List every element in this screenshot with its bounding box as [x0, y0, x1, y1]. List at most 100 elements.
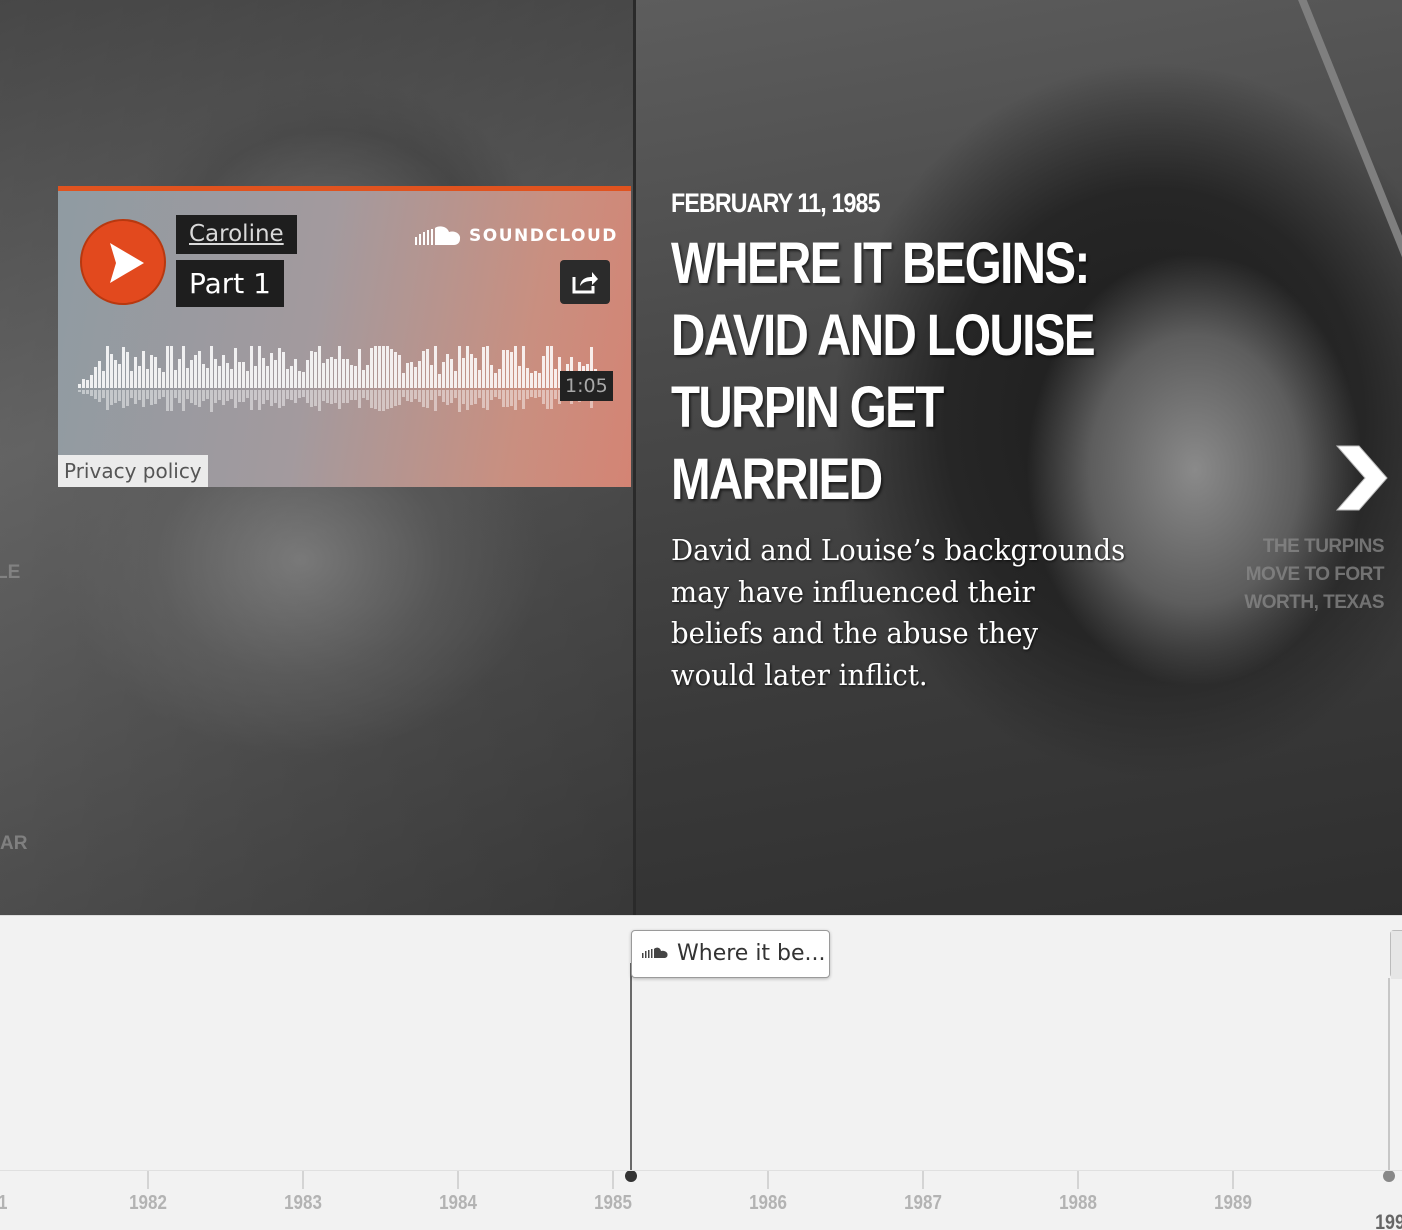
waveform-bar [178, 359, 181, 388]
waveform-bar-reflection [226, 390, 229, 401]
share-button[interactable] [560, 260, 610, 304]
waveform-bar [450, 359, 453, 388]
waveform-bar [282, 352, 285, 388]
waveform-bar-reflection [418, 390, 421, 402]
slide: LE AR Caroline Part 1 SOUNDCLOUD 1:05 Pr… [0, 0, 1402, 915]
play-button[interactable] [80, 219, 166, 305]
event-text: FEBRUARY 11, 1985 WHERE IT BEGINS: DAVID… [671, 184, 1151, 696]
event-headline: WHERE IT BEGINS: DAVID AND LOUISE TURPIN… [671, 231, 1096, 512]
timeline-marker-active[interactable]: Where it be... [631, 930, 830, 978]
waveform-bar-reflection [186, 390, 189, 399]
waveform-bar-reflection [450, 390, 453, 403]
waveform-bar-reflection [206, 390, 209, 399]
soundcloud-logo-text: SOUNDCLOUD [469, 226, 618, 246]
waveform-bar [422, 351, 425, 388]
waveform-bar-reflection [542, 390, 545, 404]
waveform-bar [182, 346, 185, 388]
waveform-bar-reflection [182, 390, 185, 411]
timeline-tick [1077, 1171, 1079, 1189]
waveform-bar [402, 373, 405, 388]
waveform-bar-reflection [294, 390, 297, 403]
waveform-bar-reflection [270, 390, 273, 406]
waveform-bar-reflection [162, 390, 165, 397]
waveform-bar [290, 366, 293, 388]
waveform-bar [150, 355, 153, 388]
waveform-bar-reflection [78, 390, 81, 392]
timeline-tick [612, 1171, 614, 1189]
waveform-bar [174, 370, 177, 388]
timeline-nav: Where it be... 81 1982 1983 1984 1985 19… [0, 915, 1402, 1230]
track-title-link[interactable]: Part 1 [176, 260, 284, 307]
waveform-bar-reflection [310, 390, 313, 407]
waveform-bar-reflection [254, 390, 257, 400]
waveform-bar [346, 359, 349, 388]
soundcloud-logo-link[interactable]: SOUNDCLOUD [415, 224, 618, 248]
waveform-bar [534, 371, 537, 388]
waveform-bar-reflection [394, 390, 397, 406]
timeline-tick [922, 1171, 924, 1189]
waveform-bar-reflection [166, 390, 169, 411]
waveform-bar-reflection [370, 390, 373, 408]
timeline-tick-label: 1987 [904, 1192, 942, 1214]
waveform-bar [454, 371, 457, 388]
waveform-bar-reflection [466, 390, 469, 410]
waveform-bar [162, 372, 165, 388]
waveform-bar-reflection [158, 390, 161, 399]
waveform-bar [122, 347, 125, 388]
waveform-bar [274, 360, 277, 388]
waveform-bar-reflection [110, 390, 113, 405]
next-slide-label[interactable]: THE TURPINS MOVE TO FORT WORTH, TEXAS [1214, 533, 1384, 617]
waveform-bar-reflection [126, 390, 129, 406]
waveform-bar [362, 370, 365, 388]
soundcloud-icon [642, 947, 668, 958]
waveform-bar [490, 365, 493, 388]
waveform-bar [230, 369, 233, 388]
waveform-bar [510, 352, 513, 388]
waveform-bar-reflection [510, 390, 513, 406]
next-slide-arrow-icon[interactable] [1333, 440, 1389, 516]
waveform-bar-reflection [234, 390, 237, 408]
waveform-bar [90, 375, 93, 388]
waveform-bar-reflection [278, 390, 281, 408]
waveform-bar-reflection [358, 390, 361, 408]
waveform-bar [530, 373, 533, 388]
waveform-bar [218, 366, 221, 388]
waveform-bar [538, 373, 541, 388]
waveform-bar [342, 359, 345, 388]
waveform-bar-reflection [190, 390, 193, 403]
soundcloud-user-link[interactable]: Caroline [176, 215, 297, 254]
waveform-bar [338, 346, 341, 388]
waveform-bar [438, 374, 441, 388]
waveform-bar [334, 359, 337, 388]
waveform-bar [426, 349, 429, 388]
waveform-bar [446, 354, 449, 388]
waveform-bar [114, 360, 117, 388]
waveform-bar [206, 368, 209, 388]
waveform-bar-reflection [106, 390, 109, 410]
waveform-bar-reflection [454, 390, 457, 398]
waveform-bar-reflection [302, 390, 305, 397]
timeline-tick-label: 1984 [439, 1192, 477, 1214]
waveform-bar-reflection [230, 390, 233, 399]
waveform-bar-reflection [218, 390, 221, 400]
waveform-bar [210, 346, 213, 388]
timeline-tick-label: 1985 [594, 1192, 632, 1214]
waveform-bar-reflection [434, 390, 437, 411]
waveform-bar-reflection [554, 390, 557, 399]
waveform-bar-reflection [238, 390, 241, 402]
waveform-bar-reflection [362, 390, 365, 398]
waveform-bar-reflection [250, 390, 253, 410]
waveform-bar-reflection [470, 390, 473, 405]
waveform-scrubber[interactable] [78, 346, 608, 426]
waveform-bar [158, 368, 161, 388]
waveform-bar-reflection [482, 390, 485, 408]
timeline-marker-next[interactable] [1390, 930, 1402, 979]
waveform-bar-reflection [446, 390, 449, 405]
waveform-bar-reflection [550, 390, 553, 409]
waveform-bar-reflection [462, 390, 465, 404]
timeline-marker-next-line [1388, 978, 1390, 1174]
timeline-marker-label: Where it be... [677, 941, 826, 966]
waveform-bar [350, 365, 353, 388]
privacy-policy-link[interactable]: Privacy policy [58, 455, 208, 487]
event-description: David and Louise’s backgrounds may have … [671, 533, 1126, 692]
